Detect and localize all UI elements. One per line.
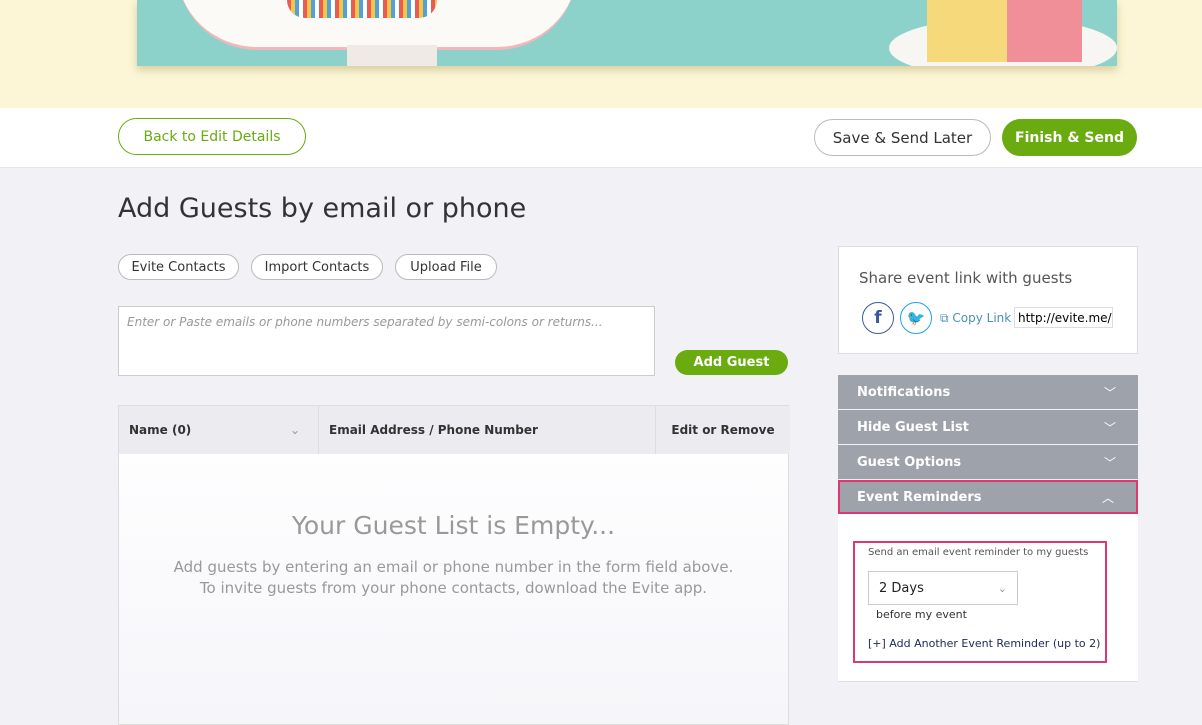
accordion-notifications[interactable]: Notifications ﹀ [838,375,1138,409]
reminder-label: Send an email event reminder to my guest… [868,547,1089,558]
add-reminder-link[interactable]: [+] Add Another Event Reminder (up to 2) [868,637,1100,650]
add-guest-button[interactable]: Add Guest [675,350,788,375]
column-name[interactable]: Name (0) ⌄ [119,406,319,454]
chevron-down-icon: ﹀ [1103,456,1116,470]
save-send-later-button[interactable]: Save & Send Later [814,119,991,156]
empty-title: Your Guest List is Empty... [291,511,616,540]
copy-icon: ⧉ [940,311,949,325]
accordion-label: Notifications [857,384,951,400]
share-title: Share event link with guests [859,269,1073,287]
event-reminders-panel: Send an email event reminder to my guest… [838,514,1138,682]
reminder-box: Send an email event reminder to my guest… [853,541,1107,663]
chevron-down-icon: ⌄ [289,423,300,437]
column-edit: Edit or Remove [656,406,790,454]
chevron-down-icon: ⌄ [997,581,1007,595]
invitation-artwork [137,0,1117,66]
chevron-down-icon: ﹀ [1103,386,1116,400]
evite-contacts-button[interactable]: Evite Contacts [118,254,239,280]
accordion-event-reminders[interactable]: Event Reminders ︿ [838,480,1138,514]
accordion-label: Hide Guest List [857,419,969,435]
guest-table: Name (0) ⌄ Email Address / Phone Number E… [118,405,790,725]
action-bar: Back to Edit Details Save & Send Later F… [0,108,1202,168]
share-panel: Share event link with guests f 🐦 ⧉ Copy … [838,246,1138,354]
finish-send-button[interactable]: Finish & Send [1002,119,1137,156]
back-to-edit-button[interactable]: Back to Edit Details [118,118,306,155]
import-contacts-button[interactable]: Import Contacts [251,254,383,280]
accordion-label: Guest Options [857,454,962,470]
twitter-icon[interactable]: 🐦 [900,302,932,334]
select-value: 2 Days [879,580,924,596]
copy-link-button[interactable]: ⧉ Copy Link [940,311,1011,326]
accordion-hide-guest-list[interactable]: Hide Guest List ﹀ [838,410,1138,444]
guest-input[interactable] [118,306,655,376]
chevron-up-icon: ︿ [1101,491,1114,505]
upload-file-button[interactable]: Upload File [395,254,497,280]
chevron-down-icon: ﹀ [1103,421,1116,435]
reminder-days-select[interactable]: 2 Days ⌄ [868,571,1018,605]
column-label: Name (0) [129,423,192,437]
reminder-suffix: before my event [876,608,967,621]
event-banner [0,0,1202,108]
event-link-field[interactable] [1014,307,1113,328]
accordion-guest-options[interactable]: Guest Options ﹀ [838,445,1138,479]
copy-link-label: Copy Link [952,311,1012,325]
accordion-label: Event Reminders [857,489,982,505]
facebook-icon[interactable]: f [862,302,894,334]
empty-hint: Add guests by entering an email or phone… [173,558,734,576]
column-email: Email Address / Phone Number [319,406,656,454]
page-title: Add Guests by email or phone [118,193,527,224]
empty-hint-app: To invite guests from your phone contact… [199,579,708,597]
